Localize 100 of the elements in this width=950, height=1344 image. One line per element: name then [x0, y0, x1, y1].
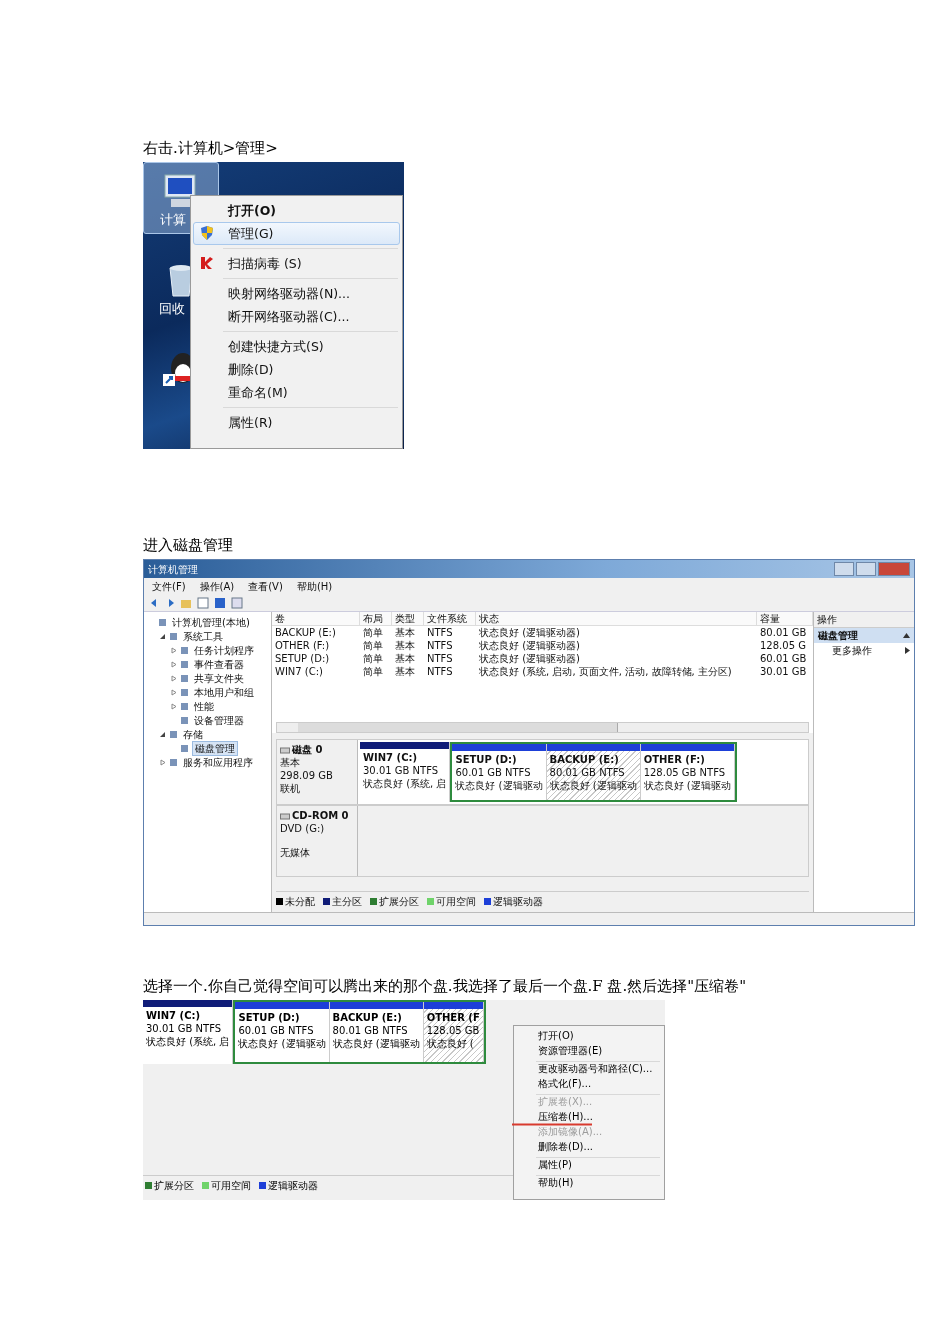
column-header[interactable]: 状态: [476, 612, 757, 626]
menu-item[interactable]: 重命名(M): [193, 381, 400, 404]
column-header[interactable]: 容量: [757, 612, 813, 626]
menu-item[interactable]: 断开网络驱动器(C)...: [193, 305, 400, 328]
table-cell-text: 128.05 G: [759, 639, 807, 652]
table-cell-text: 80.01 GB: [759, 626, 808, 639]
partition-name: OTHER (F: [425, 1011, 481, 1024]
partition[interactable]: WIN7 (C:) 30.01 GB NTFS 状态良好 (系统, 启: [143, 1000, 234, 1064]
tree-item[interactable]: 共享文件夹: [192, 671, 246, 685]
menu-item[interactable]: 删除(D): [193, 358, 400, 381]
collapse-icon[interactable]: [903, 633, 910, 638]
partition-size: 128.05 GB: [425, 1024, 481, 1037]
partition[interactable]: WIN7 (C:) 30.01 GB NTFS 状态良好 (系统, 启: [360, 742, 451, 802]
menu-bar-item[interactable]: 操作(A): [199, 580, 235, 593]
table-cell-text: 基本: [394, 652, 416, 665]
drive-icon: [280, 745, 290, 754]
partition-name: WIN7 (C:): [362, 751, 419, 764]
icon-label: 回收: [159, 300, 185, 318]
action-item[interactable]: 磁盘管理: [814, 628, 914, 643]
partition[interactable]: OTHER (F 128.05 GB 状态良好 (: [423, 1002, 484, 1062]
partition-name: BACKUP (E:): [548, 753, 620, 766]
tree-item[interactable]: 磁盘管理: [192, 740, 238, 756]
tree-item[interactable]: 服务和应用程序: [181, 755, 255, 769]
menu-item[interactable]: 管理(G): [193, 222, 400, 245]
expander-icon[interactable]: [159, 632, 166, 640]
menu-bar-item[interactable]: 帮助(H): [296, 580, 333, 593]
partition-size: 30.01 GB NTFS: [362, 764, 440, 777]
window-icon[interactable]: [197, 597, 209, 609]
help-icon[interactable]: [214, 597, 226, 609]
table-cell-text: 简单: [362, 639, 384, 652]
list-icon[interactable]: [231, 597, 243, 609]
partition-size: 128.05 GB NTFS: [642, 766, 727, 779]
tree-item[interactable]: 设备管理器: [192, 713, 246, 727]
menu-item[interactable]: 压缩卷(H)...: [538, 1111, 593, 1123]
tree-item[interactable]: 本地用户和组: [192, 685, 256, 699]
menu-item[interactable]: 创建快捷方式(S): [193, 335, 400, 358]
partition[interactable]: SETUP (D:) 60.01 GB NTFS 状态良好 (逻辑驱动: [235, 1002, 330, 1062]
step-caption: 右击.计算机>管理>: [143, 138, 279, 158]
menu-item[interactable]: 打开(O): [538, 1030, 574, 1042]
partition[interactable]: SETUP (D:) 60.01 GB NTFS 状态良好 (逻辑驱动: [452, 744, 547, 800]
window-title: 计算机管理: [148, 562, 198, 576]
drive-icon: [280, 811, 290, 820]
menu-item[interactable]: 删除卷(D)...: [538, 1141, 594, 1153]
partition[interactable]: OTHER (F:) 128.05 GB NTFS 状态良好 (逻辑驱动: [640, 744, 735, 800]
legend-label: 逻辑驱动器: [268, 1179, 318, 1192]
partition-size: 80.01 GB NTFS: [548, 766, 626, 779]
table-cell-text: 简单: [362, 652, 384, 665]
column-header[interactable]: 类型: [392, 612, 424, 626]
legend-label: 可用空间: [436, 895, 476, 908]
partition-name: OTHER (F:): [642, 753, 706, 766]
menu-item[interactable]: 扫描病毒 (S): [193, 252, 400, 275]
tree-item[interactable]: 性能: [192, 699, 216, 713]
tree-item[interactable]: 系统工具: [181, 629, 225, 643]
table-cell-text: SETUP (D:): [274, 652, 331, 665]
column-header[interactable]: 卷: [272, 612, 360, 626]
tree-item[interactable]: 计算机管理(本地): [170, 615, 252, 629]
tree-item[interactable]: 事件查看器: [192, 657, 246, 671]
partition-size: 30.01 GB NTFS: [145, 1022, 223, 1035]
menu-item[interactable]: 帮助(H): [538, 1177, 574, 1189]
minimize-icon[interactable]: [834, 562, 854, 576]
table-cell-text: 简单: [362, 665, 384, 678]
table-cell-text: 30.01 GB: [759, 665, 808, 678]
menu-bar-item[interactable]: 文件(F): [152, 580, 186, 593]
maximize-icon[interactable]: [856, 562, 876, 576]
menu-item[interactable]: 属性(R): [193, 411, 400, 434]
disk-info: 联机: [280, 782, 301, 795]
table-cell-text: WIN7 (C:): [274, 665, 324, 678]
table-cell-text: 状态良好 (逻辑驱动器): [478, 639, 581, 652]
partition-status: 状态良好 (逻辑驱动: [331, 1037, 421, 1050]
table-cell-text: 简单: [362, 626, 384, 639]
legend-label: 主分区: [332, 895, 362, 908]
menu-bar-item[interactable]: 查看(V): [248, 580, 283, 593]
table-cell-text: BACKUP (E:): [274, 626, 337, 639]
table-cell-text: NTFS: [426, 665, 454, 678]
partition-size: 60.01 GB NTFS: [237, 1024, 315, 1037]
menu-item[interactable]: 格式化(F)...: [538, 1078, 592, 1090]
column-header[interactable]: 文件系统: [424, 612, 476, 626]
expander-icon[interactable]: [159, 730, 166, 738]
menu-item[interactable]: 映射网络驱动器(N)...: [193, 282, 400, 305]
tree-item[interactable]: 存储: [181, 727, 205, 741]
submenu-arrow-icon: [905, 647, 910, 654]
column-header[interactable]: 布局: [360, 612, 392, 626]
horizontal-scrollbar[interactable]: [276, 722, 809, 733]
disk-name: CD-ROM 0: [280, 809, 354, 822]
partition-status: 状态良好 (: [425, 1037, 475, 1050]
action-item[interactable]: 更多操作: [814, 643, 914, 658]
menu-item[interactable]: 更改驱动器号和路径(C)...: [538, 1063, 653, 1075]
shield-icon: [199, 225, 215, 241]
table-cell-text: 状态良好 (系统, 启动, 页面文件, 活动, 故障转储, 主分区): [478, 665, 733, 678]
partition[interactable]: BACKUP (E:) 80.01 GB NTFS 状态良好 (逻辑驱动: [546, 744, 641, 800]
disk-info: 基本: [280, 756, 301, 769]
partition-name: BACKUP (E:): [331, 1011, 403, 1024]
legend-label: 扩展分区: [379, 895, 419, 908]
partition-name: WIN7 (C:): [145, 1009, 202, 1022]
partition[interactable]: BACKUP (E:) 80.01 GB NTFS 状态良好 (逻辑驱动: [329, 1002, 424, 1062]
tree-item[interactable]: 任务计划程序: [192, 643, 256, 657]
table-cell-text: 基本: [394, 626, 416, 639]
antivirus-icon: [199, 255, 215, 271]
menu-item[interactable]: 属性(P): [538, 1159, 572, 1171]
menu-item[interactable]: 资源管理器(E): [538, 1045, 603, 1057]
